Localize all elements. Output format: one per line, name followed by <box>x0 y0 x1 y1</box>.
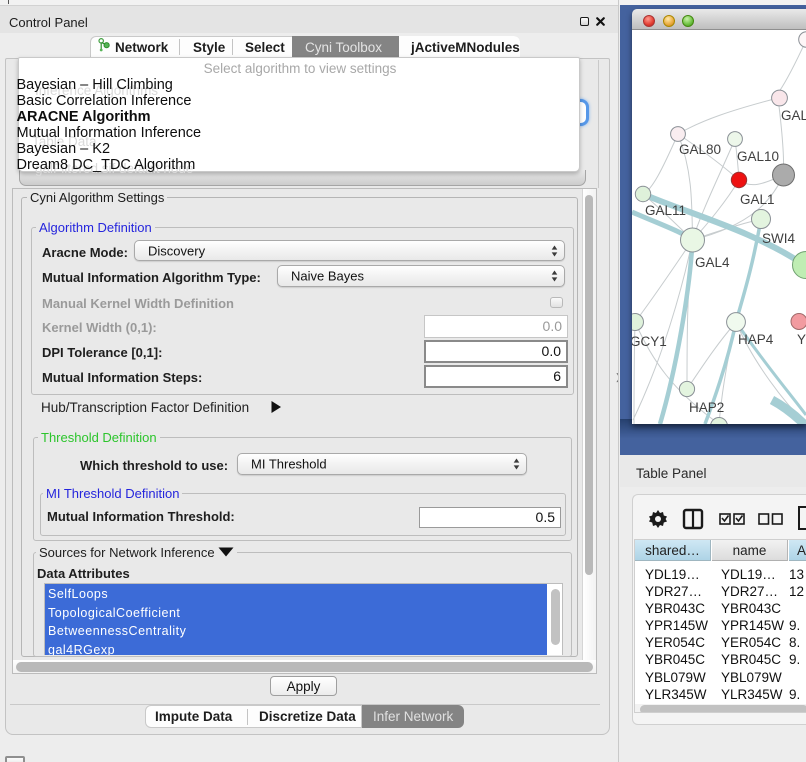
svg-text:GCY1: GCY1 <box>632 334 667 349</box>
svg-text:HAP4: HAP4 <box>738 332 774 347</box>
svg-text:GAL4: GAL4 <box>695 255 730 270</box>
svg-text:Y: Y <box>797 332 806 347</box>
svg-text:GAL: GAL <box>781 108 806 123</box>
svg-text:GAL1: GAL1 <box>740 192 775 207</box>
svg-text:GAL11: GAL11 <box>645 203 686 218</box>
svg-text:SWI4: SWI4 <box>762 231 795 246</box>
svg-text:HAP2: HAP2 <box>689 400 724 415</box>
svg-text:GAL80: GAL80 <box>679 142 721 157</box>
svg-text:GAL10: GAL10 <box>737 149 779 164</box>
